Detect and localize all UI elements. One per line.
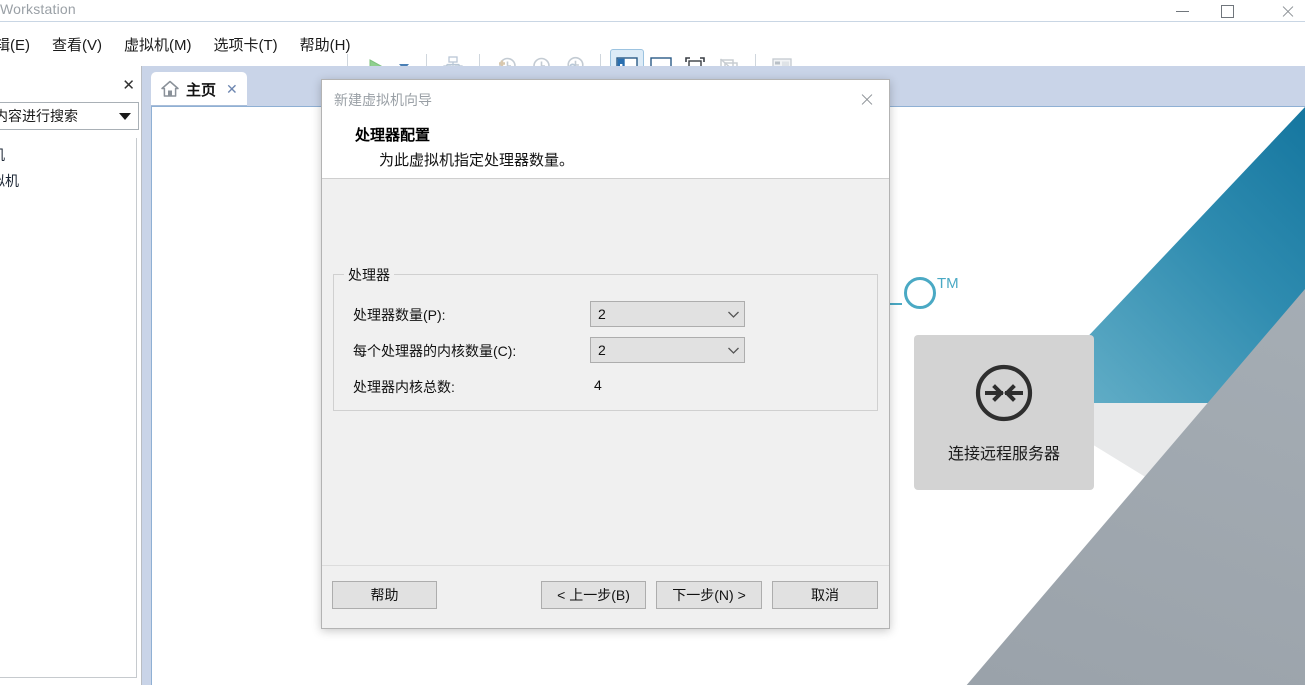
cancel-button[interactable]: 取消	[772, 581, 878, 609]
cores-per-processor-combobox[interactable]: 2	[590, 337, 745, 363]
menu-item-vm[interactable]: 虚拟机(M)	[113, 32, 203, 57]
total-cores-label: 处理器内核总数:	[353, 379, 455, 395]
remote-server-icon	[975, 364, 1033, 421]
processor-count-label: 处理器数量(P):	[353, 307, 446, 323]
menu-item-tabs[interactable]: 选项卡(T)	[203, 32, 289, 57]
minimize-icon	[1176, 10, 1189, 12]
vmware-logo-light: ware	[230, 681, 287, 685]
next-button[interactable]: 下一步(N) >	[656, 581, 762, 609]
brand-ring-icon	[904, 277, 936, 309]
library-sidebar: ✕ 入内容进行搜索 算机 虚拟机	[0, 66, 142, 685]
tab-close-button[interactable]: ✕	[226, 82, 238, 96]
total-cores-row: 处理器内核总数: 4	[334, 373, 877, 403]
menu-item-edit[interactable]: 辑(E)	[0, 32, 41, 57]
brand-mark: TM	[904, 275, 959, 309]
close-icon	[1281, 5, 1294, 18]
sidebar-item-shared-vms[interactable]: 虚拟机	[0, 168, 136, 194]
connect-remote-server-label: 连接远程服务器	[947, 445, 1060, 463]
processor-count-row: 处理器数量(P): 2	[334, 301, 877, 331]
help-button[interactable]: 帮助	[332, 581, 437, 609]
chevron-down-icon[interactable]	[722, 346, 744, 355]
maximize-icon	[1221, 4, 1234, 18]
chevron-down-icon[interactable]	[119, 112, 131, 120]
library-tree: 算机 虚拟机	[0, 138, 137, 678]
search-input[interactable]: 入内容进行搜索	[0, 106, 119, 126]
dialog-footer: 帮助 < 上一步(B) 下一步(N) > 取消	[322, 565, 889, 628]
close-window-button[interactable]	[1265, 0, 1305, 22]
dialog-close-button[interactable]	[851, 86, 881, 112]
chevron-down-icon[interactable]	[722, 310, 744, 319]
menu-item-view[interactable]: 查看(V)	[41, 32, 113, 57]
dialog-heading: 处理器配置	[355, 127, 431, 144]
cores-per-processor-value: 2	[598, 342, 606, 358]
dialog-title: 新建虚拟机向导	[334, 92, 432, 108]
processors-groupbox-legend: 处理器	[344, 265, 394, 285]
processor-count-combobox[interactable]: 2	[590, 301, 745, 327]
sidebar-item-my-computer[interactable]: 算机	[0, 142, 136, 168]
back-button[interactable]: < 上一步(B)	[541, 581, 646, 609]
dialog-body: 处理器 处理器数量(P): 2 每个处理器的内核数量(C): 2 处理器内核总数…	[322, 180, 889, 566]
home-icon	[161, 80, 179, 97]
vmware-workstation-window: Workstation 辑(E) 查看(V) 虚拟机(M) 选项卡(T) 帮助(…	[0, 0, 1305, 685]
window-title: Workstation	[0, 1, 76, 17]
dialog-header: 处理器配置 为此虚拟机指定处理器数量。	[322, 117, 889, 179]
processor-count-value: 2	[598, 306, 606, 322]
brand-tm-label: TM	[937, 275, 959, 292]
cores-per-processor-label: 每个处理器的内核数量(C):	[353, 343, 517, 359]
vmware-logo: vm ware ®	[192, 681, 294, 685]
library-search-box[interactable]: 入内容进行搜索	[0, 102, 139, 130]
new-vm-wizard-dialog: 新建虚拟机向导 处理器配置 为此虚拟机指定处理器数量。 处理器 处理器数量(P)…	[321, 79, 890, 629]
dialog-subheading: 为此虚拟机指定处理器数量。	[379, 152, 575, 169]
sidebar-close-button[interactable]: ✕	[122, 78, 135, 93]
maximize-button[interactable]	[1205, 0, 1250, 22]
tab-home-label: 主页	[186, 81, 217, 99]
menu-item-list: 辑(E) 查看(V) 虚拟机(M) 选项卡(T) 帮助(H)	[0, 32, 361, 57]
close-icon	[860, 93, 873, 106]
dialog-titlebar: 新建虚拟机向导	[322, 80, 889, 117]
cores-per-processor-row: 每个处理器的内核数量(C): 2	[334, 337, 877, 367]
processors-groupbox: 处理器 处理器数量(P): 2 每个处理器的内核数量(C): 2 处理器内核总数…	[333, 265, 878, 411]
sidebar-header: ✕	[0, 72, 141, 98]
window-titlebar: Workstation	[0, 0, 1305, 22]
total-cores-value: 4	[594, 377, 602, 393]
tab-home[interactable]: 主页 ✕	[151, 72, 247, 106]
vmware-logo-bold: vm	[192, 681, 230, 685]
menubar: 辑(E) 查看(V) 虚拟机(M) 选项卡(T) 帮助(H)	[0, 22, 1305, 83]
connect-remote-server-card[interactable]: 连接远程服务器	[914, 335, 1094, 490]
minimize-button[interactable]	[1160, 0, 1205, 22]
